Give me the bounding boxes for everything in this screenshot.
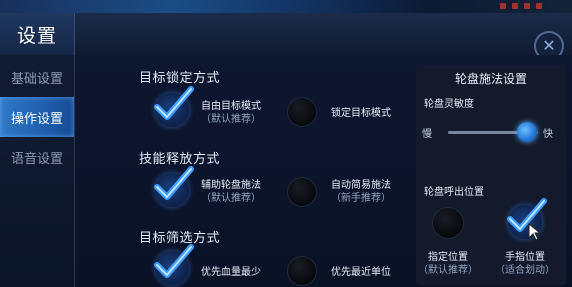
sidebar: 基础设置 操作设置 语音设置: [0, 55, 75, 287]
option-label: 自由目标模式: [201, 101, 261, 112]
cursor-icon: [528, 223, 542, 241]
checkmark-icon: [154, 86, 194, 120]
target-filter-lowest-hp-radio[interactable]: [154, 244, 194, 285]
skill-release-wheel-label: 辅助轮盘施法 （默认推荐）: [195, 179, 267, 205]
checkmark-icon: [154, 166, 194, 200]
indicator-icon: [500, 3, 506, 9]
title-bar: 设置 ✕: [0, 13, 572, 61]
position-finger-label: 手指位置 （适合划动）: [492, 251, 558, 277]
option-label: 辅助轮盘施法: [201, 180, 261, 191]
target-lock-free-radio[interactable]: [154, 86, 194, 127]
sidebar-item-basic[interactable]: 基础设置: [0, 57, 74, 97]
sidebar-item-controls[interactable]: 操作设置: [0, 97, 74, 137]
option-label: 指定位置: [428, 252, 468, 263]
target-lock-free-label: 自由目标模式 （默认推荐）: [195, 100, 267, 126]
checkmark-icon: [154, 244, 194, 278]
option-sub-label: （默认推荐）: [418, 265, 478, 276]
skill-release-auto-label: 自动简易施法 （新手推荐）: [325, 179, 397, 205]
option-sub-label: （默认推荐）: [201, 114, 261, 125]
skill-release-wheel-radio[interactable]: [154, 166, 194, 207]
sidebar-item-voice[interactable]: 语音设置: [0, 137, 74, 177]
target-filter-lowest-hp-label: 优先血量最少: [201, 267, 261, 278]
indicator-icon: [512, 3, 518, 9]
slider-fast-label: 快: [543, 129, 553, 140]
option-label: 自动简易施法: [331, 180, 391, 191]
sensitivity-slider[interactable]: [448, 122, 538, 142]
slider-fill: [448, 131, 528, 134]
option-label: 手指位置: [505, 252, 545, 263]
sensitivity-label: 轮盘灵敏度: [424, 99, 474, 110]
target-lock-locked-label: 锁定目标模式: [331, 108, 391, 119]
indicator-icon: [524, 3, 530, 9]
slider-knob[interactable]: [517, 122, 538, 142]
position-fixed-radio[interactable]: [432, 207, 464, 239]
wheel-panel-title: 轮盘施法设置: [454, 72, 527, 86]
slider-slow-label: 慢: [422, 129, 432, 140]
target-lock-locked-radio[interactable]: [287, 97, 317, 127]
wheel-settings-panel: 轮盘施法设置 轮盘灵敏度 慢 快 轮盘呼出位置 指定位置 （默认推荐） 手指位置…: [416, 65, 566, 285]
option-sub-label: （默认推荐）: [201, 193, 261, 204]
option-sub-label: （新手推荐）: [331, 193, 391, 204]
indicator-icon: [536, 3, 542, 9]
position-fixed-label: 指定位置 （默认推荐）: [416, 251, 480, 277]
window-title: 设置: [0, 13, 75, 55]
target-lock-title: 目标锁定方式: [139, 71, 221, 86]
call-position-label: 轮盘呼出位置: [424, 187, 484, 198]
target-filter-nearest-radio[interactable]: [287, 256, 317, 286]
close-icon: ✕: [542, 36, 556, 55]
option-sub-label: （适合划动）: [495, 265, 555, 276]
top-strip: [0, 0, 572, 13]
target-filter-nearest-label: 优先最近单位: [331, 267, 391, 278]
skill-release-auto-radio[interactable]: [287, 177, 317, 207]
top-strip-indicators: [500, 3, 542, 9]
